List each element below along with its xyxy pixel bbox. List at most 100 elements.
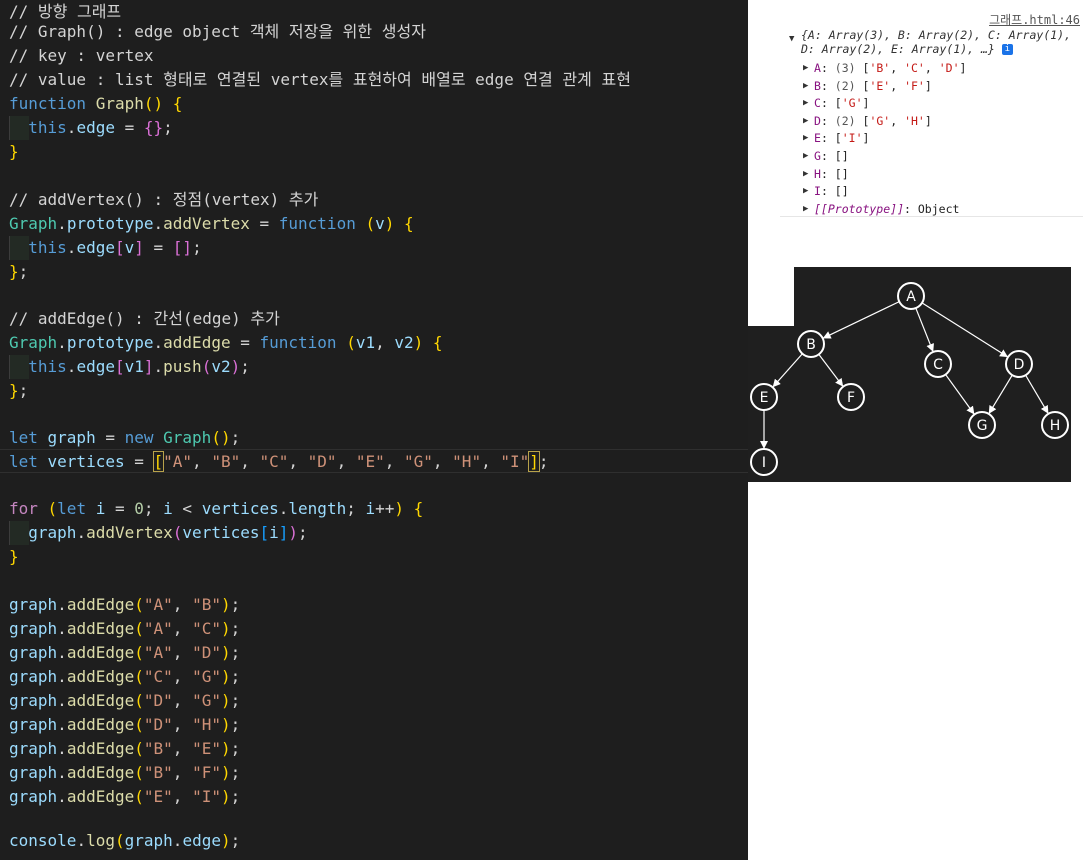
code-token: graph: [9, 715, 58, 734]
devtools-console[interactable]: 그래프.html:46 ▼ {A: Array(3), B: Array(2),…: [780, 8, 1083, 216]
code-line[interactable]: graph.addEdge("D", "H");: [9, 713, 240, 737]
code-token: addEdge: [66, 739, 135, 758]
console-entry-a[interactable]: A: (3) ['B', 'C', 'D']: [814, 61, 966, 75]
console-entry-e[interactable]: E: ['I']: [814, 131, 869, 145]
code-line[interactable]: graph.addEdge("C", "G");: [9, 665, 240, 689]
entry-key: G: [814, 149, 821, 163]
code-token: ,: [384, 452, 404, 471]
code-token: addEdge: [66, 787, 135, 806]
code-token: .: [278, 499, 289, 518]
code-token: ;: [163, 118, 173, 137]
code-token: function: [9, 94, 96, 113]
code-line[interactable]: // addVertex() : 정점(vertex) 추가: [9, 188, 318, 212]
expand-triangle-icon[interactable]: ▶: [803, 98, 808, 108]
code-token: // Graph() : edge object 객체 저장을 위한 생성자: [9, 22, 426, 41]
entry-value: 'I': [841, 131, 863, 146]
console-entry-c[interactable]: C: ['G']: [814, 96, 869, 110]
console-entry-h[interactable]: H: []: [814, 167, 849, 181]
console-entry-d[interactable]: D: (2) ['G', 'H']: [814, 114, 932, 128]
code-token: ): [413, 333, 424, 352]
code-token: {}: [143, 118, 164, 137]
code-token: ++: [375, 499, 395, 518]
expand-triangle-icon[interactable]: ▶: [803, 151, 808, 161]
code-line[interactable]: Graph.prototype.addVertex = function (v)…: [9, 212, 414, 236]
expand-triangle-icon[interactable]: ▶: [803, 204, 808, 214]
code-line[interactable]: }: [9, 545, 19, 569]
console-entry-g[interactable]: G: []: [814, 149, 849, 163]
entry-value: 'E': [869, 78, 891, 93]
code-token: // addVertex() : 정점(vertex) 추가: [9, 190, 319, 209]
code-token: ,: [172, 595, 193, 614]
code-line[interactable]: graph.addEdge("D", "G");: [9, 689, 240, 713]
entry-value: 'D': [938, 61, 960, 75]
code-line[interactable]: graph.addVertex(vertices[i]);: [9, 521, 307, 545]
code-token: .: [57, 667, 67, 686]
code-line[interactable]: }: [9, 140, 19, 164]
code-line[interactable]: // key : vertex: [9, 44, 154, 68]
console-entry-prototype[interactable]: [[Prototype]]: Object: [814, 202, 959, 216]
code-line[interactable]: Graph.prototype.addEdge = function (v1, …: [9, 331, 443, 355]
code-token: ,: [172, 763, 193, 782]
code-token: ;: [230, 643, 241, 662]
code-token: (: [134, 715, 144, 734]
code-token: (: [114, 831, 125, 850]
code-line[interactable]: this.edge[v1].push(v2);: [9, 355, 250, 379]
expand-triangle-icon[interactable]: ▶: [803, 63, 808, 73]
code-token: .: [57, 715, 67, 734]
code-line[interactable]: for (let i = 0; i < vertices.length; i++…: [9, 497, 423, 521]
info-icon[interactable]: i: [1001, 44, 1013, 55]
code-token: "D": [143, 691, 173, 710]
code-token: "I": [192, 787, 221, 806]
code-line[interactable]: console.log(graph.edge);: [9, 829, 240, 853]
code-line[interactable]: // Graph() : edge object 객체 저장을 위한 생성자: [9, 20, 426, 44]
code-token: .: [57, 643, 67, 662]
code-line[interactable]: graph.addEdge("E", "I");: [9, 785, 240, 809]
node-label-c: C: [933, 357, 943, 373]
expand-triangle-icon[interactable]: ▶: [803, 133, 808, 143]
code-line[interactable]: let vertices = ["A", "B", "C", "D", "E",…: [9, 450, 549, 474]
code-token: ,: [432, 452, 453, 471]
code-token: Graph: [9, 333, 58, 352]
expand-triangle-icon[interactable]: ▶: [803, 186, 808, 196]
console-entry-i[interactable]: I: []: [814, 184, 849, 198]
code-token: ): [220, 691, 231, 710]
code-line[interactable]: function Graph() {: [9, 92, 182, 116]
entry-value: 'H': [904, 113, 925, 128]
entry-count: (3): [834, 61, 863, 75]
console-source-link[interactable]: 그래프.html:46: [989, 11, 1080, 28]
console-entry-b[interactable]: B: (2) ['E', 'F']: [814, 79, 932, 93]
entry-count: (2): [834, 113, 863, 128]
code-token: ): [220, 739, 231, 758]
code-line[interactable]: graph.addEdge("B", "F");: [9, 761, 240, 785]
code-token: graph: [124, 831, 173, 850]
code-token: [: [114, 357, 125, 376]
code-line[interactable]: this.edge[v] = [];: [9, 236, 201, 260]
code-token: 0: [134, 499, 144, 518]
code-token: .: [172, 831, 183, 850]
code-line[interactable]: graph.addEdge("A", "B");: [9, 593, 240, 617]
code-line[interactable]: graph.addEdge("B", "E");: [9, 737, 240, 761]
code-token: [: [114, 238, 125, 257]
code-editor[interactable]: // 방향 그래프// Graph() : edge object 객체 저장을…: [0, 0, 748, 860]
code-line[interactable]: graph.addEdge("A", "C");: [9, 617, 240, 641]
expand-triangle-icon[interactable]: ▼: [789, 34, 794, 44]
code-token: push: [163, 357, 202, 376]
expand-triangle-icon[interactable]: ▶: [803, 116, 808, 126]
code-line[interactable]: let graph = new Graph();: [9, 426, 240, 450]
code-line[interactable]: graph.addEdge("A", "D");: [9, 641, 240, 665]
expand-triangle-icon[interactable]: ▶: [803, 81, 808, 91]
code-token: ): [220, 667, 231, 686]
code-token: "E": [143, 787, 173, 806]
code-line[interactable]: // addEdge() : 간선(edge) 추가: [9, 307, 280, 331]
expand-triangle-icon[interactable]: ▶: [803, 169, 808, 179]
code-token: .: [57, 739, 67, 758]
node-label-h: H: [1050, 418, 1061, 434]
code-line[interactable]: };: [9, 379, 28, 403]
code-token: vertices: [201, 499, 279, 518]
code-token: graph: [9, 787, 58, 806]
code-line[interactable]: this.edge = {};: [9, 116, 173, 140]
code-line[interactable]: // value : list 형태로 연결된 vertex를 표현하여 배열로…: [9, 68, 631, 92]
code-line[interactable]: };: [9, 260, 28, 284]
